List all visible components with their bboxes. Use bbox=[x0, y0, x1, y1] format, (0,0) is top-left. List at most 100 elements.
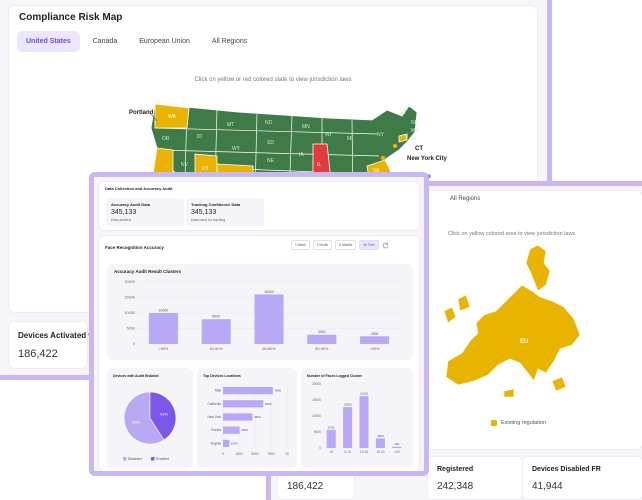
stat-card-devices-disabled: Devices Disabled FR 41,944 bbox=[522, 456, 642, 500]
state-label: VT bbox=[400, 110, 406, 116]
state-label: WI bbox=[325, 132, 331, 138]
legend-swatch bbox=[491, 420, 497, 426]
state-label: OR bbox=[162, 136, 170, 142]
data-label: 16000 bbox=[264, 290, 274, 294]
data-label: 2500 bbox=[371, 332, 379, 336]
device-locations-chart-card: Top Devices Locations 0 2500 5000 7500 10 780… bbox=[197, 368, 297, 468]
data-label: 8000 bbox=[212, 315, 220, 319]
legend-swatch bbox=[123, 457, 127, 461]
callout-ct: CT bbox=[415, 146, 423, 152]
y-tick-label: 5000 bbox=[127, 327, 135, 331]
filter-6-months[interactable]: 6 Months bbox=[335, 240, 357, 250]
tile-value: 345,133 bbox=[191, 209, 217, 216]
accuracy-audit-card: Data Collection and Accuracy Audit Accur… bbox=[98, 181, 420, 231]
bar bbox=[223, 386, 273, 395]
y-tick-label: 10000 bbox=[312, 414, 321, 418]
eu-region[interactable] bbox=[443, 244, 581, 398]
x-tick-label: <5 bbox=[329, 450, 333, 454]
stat-label: Devices Disabled FR bbox=[532, 466, 601, 473]
tab-united-states[interactable]: United States bbox=[17, 31, 80, 52]
bar bbox=[223, 426, 240, 434]
bar bbox=[148, 313, 178, 344]
tab-european-union[interactable]: European Union bbox=[130, 31, 199, 52]
y-tick-label: 0 bbox=[319, 446, 321, 450]
callout-new-york-city: New York City bbox=[407, 156, 447, 162]
x-tick-label: 50-60% bbox=[210, 347, 224, 351]
region-tabs: United States Canada European Union All … bbox=[17, 31, 256, 52]
tab-all-regions[interactable]: All Regions bbox=[450, 196, 480, 202]
state-label: WA bbox=[168, 114, 177, 120]
state-label: NH bbox=[411, 120, 419, 126]
tile-label: Tracking Confidence Data bbox=[191, 202, 241, 207]
filter-1-week[interactable]: 1 Week bbox=[291, 240, 310, 250]
state-label: ID bbox=[197, 134, 202, 140]
audit-clusters-chart: 20000 15000 10000 5000 0 10000 <50% 8000 50-60% 1… bbox=[124, 280, 401, 351]
analytics-window: Data Collection and Accuracy Audit Accur… bbox=[89, 172, 429, 476]
eu-region-label: EU bbox=[520, 339, 528, 345]
x-tick-label: 60-80% bbox=[262, 347, 276, 351]
baltimore-marker[interactable] bbox=[380, 155, 386, 161]
bar bbox=[254, 294, 284, 344]
data-label: 4600 bbox=[254, 415, 261, 419]
tile-label: Accuracy Audit Data bbox=[111, 202, 150, 207]
y-tick-label: 15000 bbox=[312, 398, 321, 402]
nyc-marker[interactable] bbox=[392, 143, 398, 149]
filter-1-month[interactable]: 1 Month bbox=[312, 240, 333, 250]
state-label: MI bbox=[347, 136, 353, 142]
y-tick-label: 5000 bbox=[314, 430, 321, 434]
card-title: Face Recognition Accuracy bbox=[105, 245, 164, 250]
data-label: 16200 bbox=[360, 392, 368, 396]
faces-logged-chart-card: Number of Faces Logged Cluster 20000 1500… bbox=[301, 368, 413, 468]
audit-enabled-chart-card: Devices with Audit Enabled 59% 41% Disable… bbox=[107, 368, 193, 468]
bar bbox=[343, 407, 353, 448]
audit-clusters-chart-card: Accuracy Audit Result Clusters 20000 1500… bbox=[107, 264, 413, 360]
time-filters: 1 Week 1 Month 6 Months All Time bbox=[291, 240, 389, 250]
x-tick-label: 5000 bbox=[251, 452, 258, 456]
x-tick-label: 15-20 bbox=[376, 450, 384, 454]
state-label: MN bbox=[302, 124, 310, 130]
portland-marker[interactable] bbox=[156, 121, 162, 127]
y-tick-label: 20000 bbox=[124, 280, 135, 284]
eu-map-instruction: Click on yellow colored area to view jur… bbox=[448, 231, 576, 237]
stat-value: 41,944 bbox=[532, 481, 563, 492]
page-title: Compliance Risk Map bbox=[19, 12, 123, 23]
data-label: 2600 bbox=[241, 428, 248, 432]
tab-all-regions[interactable]: All Regions bbox=[203, 31, 256, 52]
bar bbox=[307, 334, 337, 344]
filter-all-time[interactable]: All Time bbox=[359, 240, 379, 250]
data-label: 1000 bbox=[231, 441, 238, 445]
ct-marker[interactable] bbox=[400, 135, 406, 141]
bar bbox=[360, 336, 390, 344]
data-label: 7800 bbox=[274, 389, 281, 393]
data-label: 400 bbox=[394, 442, 399, 446]
data-label: 12800 bbox=[344, 403, 352, 407]
state-label: IL bbox=[317, 162, 321, 168]
y-tick-label: 0 bbox=[133, 342, 135, 346]
state-label: RI bbox=[411, 136, 416, 142]
x-tick-label: 0 bbox=[222, 452, 224, 456]
devices-activated-value: 186,422 bbox=[18, 348, 58, 360]
y-tick-label: 10000 bbox=[124, 311, 135, 315]
tile-subtext: Data audited bbox=[111, 218, 131, 222]
refresh-icon[interactable] bbox=[382, 242, 389, 249]
y-tick-label: New York bbox=[208, 415, 222, 419]
state-label: NE bbox=[267, 158, 275, 164]
bar bbox=[326, 429, 336, 448]
y-tick-label: Florida bbox=[211, 428, 221, 432]
bar bbox=[223, 400, 264, 408]
legend-label: Enabled bbox=[156, 457, 169, 461]
x-tick-label: 7500 bbox=[267, 452, 274, 456]
x-tick-label: 10-15 bbox=[360, 450, 368, 454]
y-tick-label: Virginia bbox=[210, 441, 221, 445]
x-tick-label: 10 bbox=[285, 452, 289, 456]
bar bbox=[359, 396, 369, 448]
y-tick-label: 15000 bbox=[124, 296, 135, 300]
tab-canada[interactable]: Canada bbox=[84, 31, 127, 52]
x-tick-label: >90% bbox=[370, 347, 380, 351]
stat-card-registered: Registered 242,348 bbox=[427, 456, 523, 500]
eu-legend: Existing regulation bbox=[491, 420, 546, 426]
devices-activated-card: Devices Activated w 186,422 bbox=[8, 321, 95, 369]
x-tick-label: <50% bbox=[158, 347, 168, 351]
x-tick-label: 5-10 bbox=[344, 450, 351, 454]
tile-value: 345,133 bbox=[111, 209, 137, 216]
